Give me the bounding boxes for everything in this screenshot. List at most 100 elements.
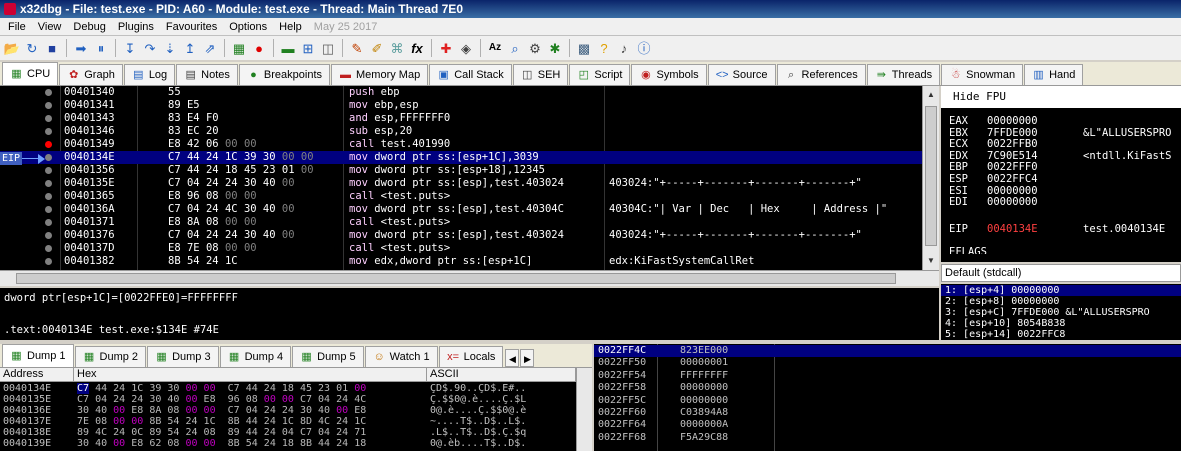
breakpoint-dot[interactable] <box>45 206 52 213</box>
stack-value[interactable]: 00000000 <box>680 382 728 394</box>
breakpoint-dot[interactable] <box>45 193 52 200</box>
function-icon[interactable]: fx <box>407 38 427 58</box>
stack-view[interactable]: 0022FF4C 823EE000 0022FF50 00000001 0022FF54… <box>594 344 1181 451</box>
breakpoint-dot[interactable] <box>45 128 52 135</box>
hex-byte[interactable]: 00 <box>113 438 125 449</box>
menu-plugins[interactable]: Plugins <box>112 21 160 33</box>
menu-favourites[interactable]: Favourites <box>160 21 223 33</box>
hex-byte[interactable]: 40 <box>167 394 179 405</box>
disasm-row[interactable]: 00401346 83 EC 20 sub esp,20 <box>0 125 922 138</box>
stop-icon[interactable]: ■ <box>42 38 62 58</box>
hex-byte[interactable]: 24 <box>336 438 348 449</box>
tab-locals[interactable]: x= Locals <box>438 346 504 367</box>
hex-byte[interactable]: 00 <box>113 416 125 427</box>
hex-byte[interactable]: 44 <box>246 427 258 438</box>
highlight-icon[interactable]: ◈ <box>456 38 476 58</box>
stack-value[interactable]: FFFFFFFF <box>680 370 728 382</box>
hex-byte[interactable]: 18 <box>282 383 294 394</box>
about-icon[interactable]: ⓘ <box>634 38 654 58</box>
hex-byte[interactable]: 40 <box>318 405 330 416</box>
hex-byte[interactable]: 04 <box>282 427 294 438</box>
column-header-hex[interactable]: Hex <box>74 368 427 381</box>
bookmark-icon[interactable]: ⌘ <box>387 38 407 58</box>
hex-byte[interactable]: 00 <box>354 383 366 394</box>
hex-byte[interactable]: 8D <box>300 416 312 427</box>
hex-byte[interactable]: 24 <box>336 416 348 427</box>
disasm-row[interactable]: 00401349 E8 42 06 00 00 call test.401990 <box>0 138 922 151</box>
tab-dump-4[interactable]: ▦ Dump 4 <box>219 346 292 367</box>
tab-cpu[interactable]: ▦ CPU <box>2 62 59 85</box>
hex-byte[interactable]: 1C <box>131 383 143 394</box>
hex-byte[interactable]: C7 <box>300 427 312 438</box>
register-value[interactable]: 00000000 <box>987 196 1083 209</box>
calling-convention-select[interactable]: Default (stdcall) <box>941 264 1181 282</box>
step-into-icon[interactable]: ↧ <box>120 38 140 58</box>
dump-hex[interactable]: C7 04 24 24 30 40 00 E8 96 08 00 00 C7 0… <box>77 394 366 405</box>
disasm-row[interactable]: 00401371 E8 8A 08 00 00 call <test.puts> <box>0 216 922 229</box>
hex-byte[interactable]: 00 <box>185 405 197 416</box>
register-eip[interactable]: EIP 0040134E test.0040134E <box>949 223 1165 236</box>
restart-icon[interactable]: ↻ <box>22 38 42 58</box>
dump-ascii[interactable]: Ç.$$0@.è....Ç.$L <box>430 394 526 405</box>
execute-till-return-icon[interactable]: ↥ <box>180 38 200 58</box>
hex-byte[interactable]: 00 <box>113 405 125 416</box>
hex-byte[interactable]: 04 <box>318 394 330 405</box>
tab-scroll-left-icon[interactable]: ◀ <box>505 349 520 367</box>
hex-byte[interactable]: 89 <box>149 427 161 438</box>
hex-byte[interactable]: 1C <box>204 416 216 427</box>
dump-hex[interactable]: 30 40 00 E8 62 08 00 00 8B 54 24 18 8B 4… <box>77 438 366 449</box>
stack-row[interactable]: 0022FF4C 823EE000 <box>594 345 1181 357</box>
hex-byte[interactable]: 24 <box>264 427 276 438</box>
seh-icon[interactable]: ◫ <box>318 38 338 58</box>
disasm-row[interactable]: 0040134E C7 44 24 1C 39 30 00 00 mov dwor… <box>0 151 922 164</box>
tab-threads[interactable]: ⇛ Threads <box>866 64 941 85</box>
disassembly-horizontal-scrollbar[interactable] <box>0 270 939 286</box>
tab-call-stack[interactable]: ▣ Call Stack <box>429 64 512 85</box>
hex-byte[interactable]: C7 <box>228 405 240 416</box>
tab-dump-3[interactable]: ▦ Dump 3 <box>147 346 219 367</box>
hex-byte[interactable]: 00 <box>185 394 197 405</box>
scroll-thumb[interactable] <box>925 106 937 246</box>
disasm-row[interactable]: 00401343 83 E4 F0 and esp,FFFFFFF0 <box>0 112 922 125</box>
hex-byte[interactable]: 00 <box>204 438 216 449</box>
hex-byte[interactable]: 04 <box>246 405 258 416</box>
tab-memory-map[interactable]: ▬ Memory Map <box>331 64 429 85</box>
disasm-row[interactable]: 00401382 8B 54 24 1C mov edx,dword ptr ss… <box>0 255 922 268</box>
hex-byte[interactable]: 08 <box>204 427 216 438</box>
help-icon[interactable]: ? <box>594 38 614 58</box>
step-over-icon[interactable]: ↷ <box>140 38 160 58</box>
dump-ascii[interactable]: .L$..T$..D$.Ç.$q <box>430 427 526 438</box>
hex-byte[interactable]: 8A <box>149 405 161 416</box>
hex-byte[interactable]: 00 <box>264 394 276 405</box>
stack-row[interactable]: 0022FF68 F5A29C88 <box>594 432 1181 444</box>
hex-byte[interactable]: 24 <box>264 405 276 416</box>
stack-arguments-view[interactable]: 1: [esp+4] 00000000 2: [esp+8] 00000000 3:… <box>941 284 1181 340</box>
hex-byte[interactable]: 04 <box>318 427 330 438</box>
breakpoint-dot[interactable] <box>45 167 52 174</box>
stack-value[interactable]: 0000000A <box>680 419 728 431</box>
hex-byte[interactable]: 8B <box>228 438 240 449</box>
strings-icon[interactable]: Az <box>485 38 505 58</box>
hex-byte[interactable]: 71 <box>354 427 366 438</box>
call-stack-icon[interactable]: ⊞ <box>298 38 318 58</box>
stack-row[interactable]: 0022FF58 00000000 <box>594 382 1181 394</box>
menu-debug[interactable]: Debug <box>67 21 111 33</box>
dump-row[interactable]: 0040138E 89 4C 24 0C 89 54 24 08 89 44 24… <box>0 427 576 438</box>
hex-byte[interactable]: 8B <box>149 416 161 427</box>
hex-byte[interactable]: C7 <box>77 394 89 405</box>
breakpoint-dot[interactable] <box>45 154 52 161</box>
settings-icon[interactable]: ⚙ <box>525 38 545 58</box>
hex-byte[interactable]: 40 <box>95 405 107 416</box>
hex-byte[interactable]: 23 <box>318 383 330 394</box>
stack-row[interactable]: 0022FF64 0000000A <box>594 419 1181 431</box>
stack-argument[interactable]: 5: [esp+14] 0022FFC8 <box>945 329 1065 340</box>
hex-byte[interactable]: 30 <box>77 438 89 449</box>
hex-byte[interactable]: 24 <box>113 383 125 394</box>
hex-byte[interactable]: E8 <box>131 438 143 449</box>
stack-row[interactable]: 0022FF50 00000001 <box>594 357 1181 369</box>
menu-view[interactable]: View <box>32 21 68 33</box>
registers-panel[interactable]: Hide FPU EAX 00000000 EBX 7FFDE000 &L"ALLUSE… <box>941 86 1181 262</box>
calculator-icon[interactable]: ▩ <box>574 38 594 58</box>
tab-snowman[interactable]: ☃ Snowman <box>941 64 1024 85</box>
hex-byte[interactable]: 08 <box>167 438 179 449</box>
